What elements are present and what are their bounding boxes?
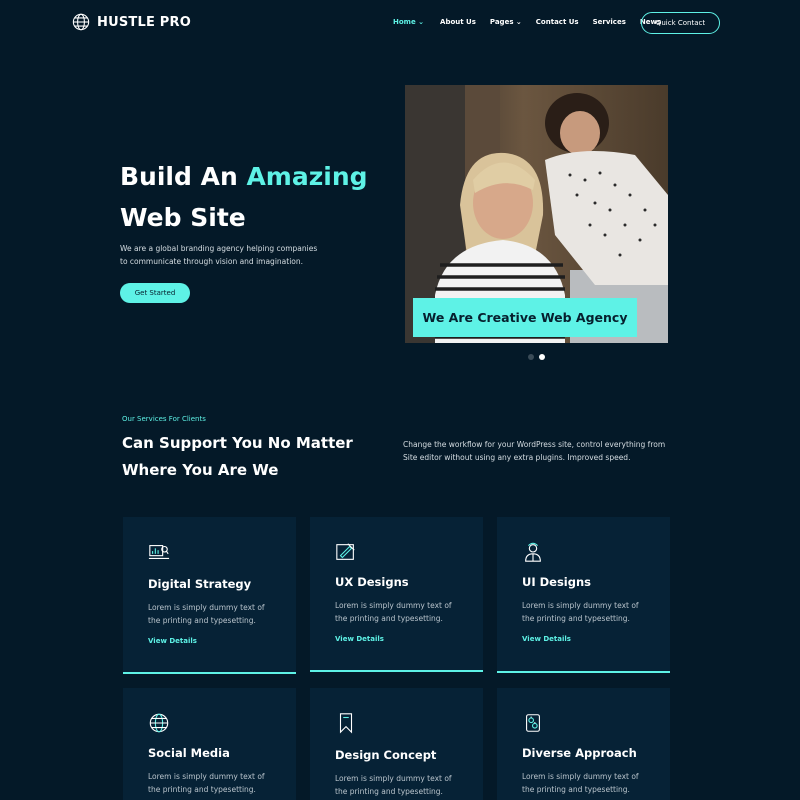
- card-accent-line: [123, 672, 296, 674]
- services-description: Change the workflow for your WordPress s…: [403, 440, 666, 462]
- card-description: Lorem is simply dummy text of the printi…: [335, 601, 452, 623]
- card-title: Design Concept: [335, 748, 437, 762]
- hero-title: Build An Amazing Web Site: [120, 156, 368, 238]
- card-description: Lorem is simply dummy text of the printi…: [522, 772, 639, 794]
- get-started-button[interactable]: Get Started: [120, 283, 190, 303]
- designer-person-icon: [525, 542, 541, 562]
- card-description: Lorem is simply dummy text of the printi…: [148, 772, 265, 794]
- strategy-chart-icon: [148, 545, 170, 559]
- hero-title-accent: Amazing: [246, 162, 368, 191]
- globe-logo-icon: [72, 13, 90, 31]
- quick-contact-button[interactable]: Quick Contact: [641, 12, 720, 34]
- card-title: UX Designs: [335, 575, 409, 589]
- service-card-diverse-approach[interactable]: Diverse Approach Lorem is simply dummy t…: [497, 688, 670, 800]
- nav-item-services[interactable]: Services: [593, 18, 626, 26]
- services-eyebrow: Our Services For Clients: [122, 415, 206, 423]
- card-title: Social Media: [148, 746, 230, 760]
- gears-icon: [526, 714, 540, 732]
- brand-name: HUSTLE PRO: [97, 14, 191, 30]
- services-title: Can Support You No Matter Where You Are …: [122, 434, 353, 479]
- hero-title-part2: Web Site: [120, 203, 246, 232]
- nav-item-home[interactable]: Home ⌄: [393, 18, 424, 26]
- card-accent-line: [497, 671, 670, 673]
- service-card-digital-strategy[interactable]: Digital Strategy Lorem is simply dummy t…: [123, 517, 296, 674]
- site-header: HUSTLE PRO Home ⌄ About Us Pages ⌄ Conta…: [0, 0, 800, 46]
- service-card-design-concept[interactable]: Design Concept Lorem is simply dummy tex…: [310, 688, 483, 800]
- nav-item-contact[interactable]: Contact Us: [536, 18, 579, 26]
- card-title: UI Designs: [522, 575, 592, 589]
- nav-item-pages[interactable]: Pages ⌄: [490, 18, 522, 26]
- card-accent-line: [310, 670, 483, 672]
- card-description: Lorem is simply dummy text of the printi…: [148, 603, 265, 625]
- hero-badge: We Are Creative Web Agency: [413, 298, 637, 337]
- nav-item-about[interactable]: About Us: [440, 18, 476, 26]
- hero-description: We are a global branding agency helping …: [120, 244, 318, 266]
- service-card-ui-designs[interactable]: UI Designs Lorem is simply dummy text of…: [497, 517, 670, 673]
- card-title: Diverse Approach: [522, 746, 637, 760]
- globe-icon: [149, 713, 169, 733]
- view-details-link[interactable]: View Details: [522, 635, 571, 643]
- hero-title-part1: Build An: [120, 162, 247, 191]
- service-card-ux-designs[interactable]: UX Designs Lorem is simply dummy text of…: [310, 517, 483, 672]
- card-title: Digital Strategy: [148, 577, 252, 591]
- service-card-social-media[interactable]: Social Media Lorem is simply dummy text …: [123, 688, 296, 800]
- slider-dot-2-active[interactable]: [539, 354, 545, 360]
- main-nav: Home ⌄ About Us Pages ⌄ Contact Us Servi…: [393, 18, 661, 26]
- view-details-link[interactable]: View Details: [335, 635, 384, 643]
- slider-dot-1[interactable]: [528, 354, 534, 360]
- card-description: Lorem is simply dummy text of the printi…: [522, 601, 639, 623]
- brand-logo[interactable]: HUSTLE PRO: [72, 13, 191, 31]
- card-description: Lorem is simply dummy text of the printi…: [335, 774, 452, 796]
- bookmark-icon: [339, 713, 353, 734]
- view-details-link[interactable]: View Details: [148, 637, 197, 645]
- design-pen-icon: [336, 543, 355, 560]
